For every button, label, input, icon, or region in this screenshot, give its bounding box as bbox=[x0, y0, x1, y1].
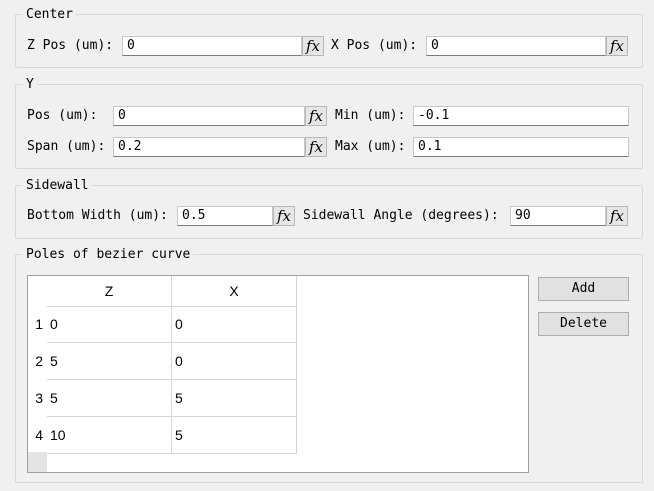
add-pole-button[interactable]: Add bbox=[538, 277, 629, 301]
row-header[interactable]: 3 bbox=[28, 380, 47, 417]
x-pos-input[interactable]: 0 bbox=[426, 36, 606, 56]
bezier-sidewall-panel: Center Z Pos (um): 0 fx X Pos (um): 0 fx… bbox=[0, 0, 654, 491]
table-cell-z[interactable]: 5 bbox=[47, 380, 172, 417]
y-max-input[interactable]: 0.1 bbox=[413, 137, 629, 157]
sidewall-angle-input[interactable]: 90 bbox=[510, 206, 606, 226]
bottom-width-label: Bottom Width (um): bbox=[27, 208, 168, 223]
y-pos-input[interactable]: 0 bbox=[113, 106, 305, 126]
y-span-input[interactable]: 0.2 bbox=[113, 137, 305, 157]
y-pos-label: Pos (um): bbox=[27, 108, 98, 123]
x-pos-label: X Pos (um): bbox=[331, 38, 418, 53]
center-group-title: Center bbox=[23, 7, 76, 22]
z-pos-input[interactable]: 0 bbox=[122, 36, 302, 56]
y-pos-fx-button[interactable]: fx bbox=[305, 106, 327, 126]
table-cell-x[interactable]: 5 bbox=[172, 417, 297, 454]
z-pos-label: Z Pos (um): bbox=[27, 38, 114, 53]
sidewall-angle-label: Sidewall Angle (degrees): bbox=[303, 208, 499, 223]
bottom-width-fx-button[interactable]: fx bbox=[273, 206, 295, 226]
column-header-x[interactable]: X bbox=[172, 276, 297, 307]
y-group-title: Y bbox=[23, 77, 37, 92]
row-header[interactable]: 4 bbox=[28, 417, 47, 454]
z-pos-fx-button[interactable]: fx bbox=[302, 36, 324, 56]
table-cell-z[interactable]: 0 bbox=[47, 306, 172, 343]
table-cell-z[interactable]: 10 bbox=[47, 417, 172, 454]
sidewall-angle-fx-button[interactable]: fx bbox=[606, 206, 628, 226]
row-header[interactable]: 1 bbox=[28, 306, 47, 343]
row-header[interactable]: 2 bbox=[28, 343, 47, 380]
y-span-fx-button[interactable]: fx bbox=[305, 137, 327, 157]
poles-table[interactable]: Z X 1 0 0 2 5 0 3 5 5 4 10 5 bbox=[27, 275, 529, 473]
delete-pole-button[interactable]: Delete bbox=[538, 312, 629, 336]
poles-group-title: Poles of bezier curve bbox=[23, 247, 194, 262]
table-cell-x[interactable]: 5 bbox=[172, 380, 297, 417]
y-min-label: Min (um): bbox=[335, 108, 406, 123]
table-cell-x[interactable]: 0 bbox=[172, 306, 297, 343]
y-span-label: Span (um): bbox=[27, 139, 106, 154]
table-corner bbox=[28, 452, 47, 472]
y-min-input[interactable]: -0.1 bbox=[413, 106, 629, 126]
sidewall-group-title: Sidewall bbox=[23, 178, 92, 193]
table-cell-z[interactable]: 5 bbox=[47, 343, 172, 380]
x-pos-fx-button[interactable]: fx bbox=[606, 36, 628, 56]
column-header-z[interactable]: Z bbox=[47, 276, 172, 307]
table-cell-x[interactable]: 0 bbox=[172, 343, 297, 380]
y-max-label: Max (um): bbox=[335, 139, 406, 154]
bottom-width-input[interactable]: 0.5 bbox=[177, 206, 273, 226]
